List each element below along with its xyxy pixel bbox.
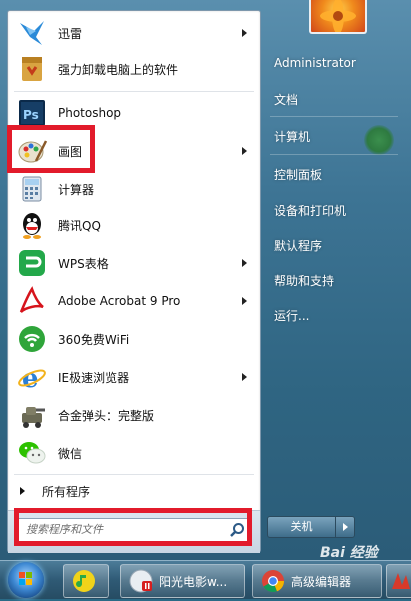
paint-icon	[16, 135, 48, 167]
right-item-computer[interactable]: 计算机	[274, 128, 310, 145]
taskbar-item-video[interactable]: 阳光电影w...	[120, 564, 245, 598]
right-item-documents[interactable]: 文档	[274, 91, 298, 108]
programs-panel: 迅雷 强力卸载电脑上的软件 Ps Photoshop 画图 计算器 腾讯QQ W…	[7, 10, 261, 553]
program-item-qq[interactable]: 腾讯QQ	[8, 207, 260, 243]
wps-spreadsheet-icon	[16, 247, 48, 279]
search-input[interactable]	[18, 519, 231, 539]
chrome-icon	[261, 569, 285, 593]
program-label: 合金弹头：完整版	[58, 408, 155, 423]
xunlei-icon	[16, 17, 48, 49]
taskbar-app-music[interactable]	[63, 564, 109, 598]
video-player-icon	[129, 569, 153, 593]
program-label: Photoshop	[58, 106, 122, 120]
program-item-360-wifi[interactable]: 360免费WiFi	[8, 321, 260, 357]
svg-text:Ps: Ps	[23, 108, 39, 122]
photoshop-icon: Ps	[16, 97, 48, 129]
right-item-control-panel[interactable]: 控制面板	[274, 166, 322, 183]
program-item-paint[interactable]: 画图	[8, 133, 260, 169]
ie-icon: e	[16, 361, 48, 394]
taskbar-label: 高级编辑器	[291, 575, 352, 589]
shutdown-options-button[interactable]	[335, 516, 355, 538]
start-orb-icon[interactable]	[8, 562, 44, 598]
calculator-icon	[16, 173, 48, 205]
separator	[270, 154, 398, 155]
program-label: 迅雷	[58, 26, 83, 41]
program-item-wechat[interactable]: 微信	[8, 435, 260, 471]
shutdown-group: 关机	[267, 516, 355, 538]
svg-text:e: e	[22, 364, 39, 393]
metal-slug-icon	[16, 399, 48, 431]
program-item-metal-slug[interactable]: 合金弹头：完整版	[8, 397, 260, 433]
right-item-run[interactable]: 运行...	[274, 307, 309, 324]
separator	[270, 116, 398, 117]
program-item-calculator[interactable]: 计算器	[8, 171, 260, 207]
taskbar-label: 阳光电影w...	[159, 575, 228, 589]
program-label: Adobe Acrobat 9 Pro	[58, 294, 181, 308]
triangle-right-icon	[20, 487, 25, 495]
program-item-xunlei[interactable]: 迅雷	[8, 15, 260, 51]
right-item-default-programs[interactable]: 默认程序	[274, 237, 322, 254]
program-item-wps-spreadsheet[interactable]: WPS表格	[8, 245, 260, 281]
separator	[14, 474, 254, 475]
program-label: 强力卸载电脑上的软件	[58, 62, 179, 77]
submenu-arrow-icon[interactable]	[242, 297, 247, 305]
submenu-arrow-icon[interactable]	[242, 373, 247, 381]
taskbar-app-partial[interactable]	[386, 564, 411, 598]
program-item-photoshop[interactable]: Ps Photoshop	[8, 95, 260, 131]
music-app-icon	[72, 569, 96, 593]
watermark: Bai 经验	[320, 545, 378, 561]
program-label: 腾讯QQ	[58, 218, 101, 233]
right-item-help-support[interactable]: 帮助和支持	[274, 272, 334, 289]
wifi-icon	[16, 323, 48, 355]
program-item-ie-browser[interactable]: e IE极速浏览器	[8, 359, 260, 395]
program-label: 微信	[58, 446, 83, 461]
search-area	[8, 510, 260, 553]
uninstall-icon	[16, 53, 48, 85]
all-programs-button[interactable]: 所有程序	[8, 478, 260, 504]
separator	[14, 91, 254, 92]
wechat-icon	[16, 437, 48, 469]
taskbar-item-chrome[interactable]: 高级编辑器	[252, 564, 382, 598]
shutdown-button[interactable]: 关机	[267, 516, 336, 538]
program-item-uninstaller[interactable]: 强力卸载电脑上的软件	[8, 51, 260, 87]
right-item-devices-printers[interactable]: 设备和打印机	[274, 202, 346, 219]
flower-icon	[320, 0, 356, 32]
program-label: 画图	[58, 144, 83, 159]
submenu-arrow-icon[interactable]	[242, 147, 247, 155]
program-label: WPS表格	[58, 256, 109, 271]
search-box[interactable]	[17, 518, 251, 542]
taskbar: 阳光电影w... 高级编辑器	[0, 560, 411, 599]
right-item-administrator[interactable]: Administrator	[274, 56, 356, 70]
decorative-glow	[364, 125, 394, 155]
app-icon	[390, 569, 411, 593]
user-picture[interactable]	[309, 0, 367, 34]
program-item-acrobat[interactable]: Adobe Acrobat 9 Pro	[8, 283, 260, 319]
all-programs-label: 所有程序	[42, 484, 91, 499]
acrobat-icon	[16, 285, 48, 317]
submenu-arrow-icon[interactable]	[242, 29, 247, 37]
submenu-arrow-icon[interactable]	[242, 259, 247, 267]
search-icon[interactable]	[229, 522, 245, 538]
qq-icon	[16, 209, 48, 241]
program-label: 计算器	[58, 182, 95, 197]
program-label: IE极速浏览器	[58, 370, 130, 385]
program-label: 360免费WiFi	[58, 332, 130, 347]
